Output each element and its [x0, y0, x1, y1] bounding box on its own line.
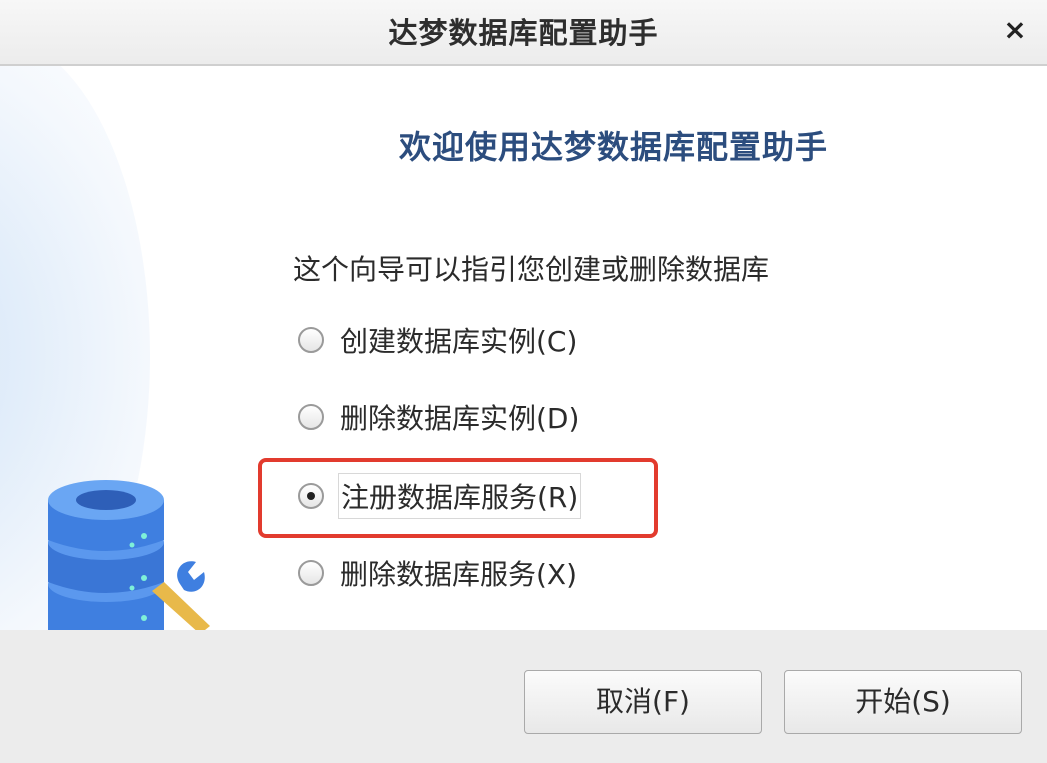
option-label: 删除数据库服务(X): [340, 558, 578, 591]
option-delete-service[interactable]: 删除数据库服务(X): [298, 553, 579, 593]
cancel-button[interactable]: 取消(F): [524, 670, 762, 734]
option-create-instance[interactable]: 创建数据库实例(C): [298, 320, 579, 360]
button-bar: 取消(F) 开始(S): [0, 630, 1047, 763]
config-assistant-window: 达梦数据库配置助手 × 欢迎使用达梦数据库配置助手 这个向导可以指引您创建或删除…: [0, 0, 1047, 763]
option-label: 创建数据库实例(C): [340, 325, 578, 358]
start-button[interactable]: 开始(S): [784, 670, 1022, 734]
radio-create-instance[interactable]: [298, 327, 324, 353]
close-icon[interactable]: ×: [1001, 14, 1029, 46]
main-content: 欢迎使用达梦数据库配置助手 这个向导可以指引您创建或删除数据库 创建数据库实例(…: [0, 66, 1047, 630]
welcome-heading: 欢迎使用达梦数据库配置助手: [398, 128, 828, 166]
highlight-annotation: [258, 458, 658, 538]
radio-delete-service[interactable]: [298, 560, 324, 586]
window-title: 达梦数据库配置助手: [388, 16, 659, 50]
intro-text: 这个向导可以指引您创建或删除数据库: [293, 253, 770, 286]
database-wrench-icon: [48, 480, 210, 630]
title-bar: 达梦数据库配置助手 ×: [0, 0, 1047, 66]
radio-delete-instance[interactable]: [298, 404, 324, 430]
option-delete-instance[interactable]: 删除数据库实例(D): [298, 397, 581, 437]
option-label: 删除数据库实例(D): [340, 402, 580, 435]
